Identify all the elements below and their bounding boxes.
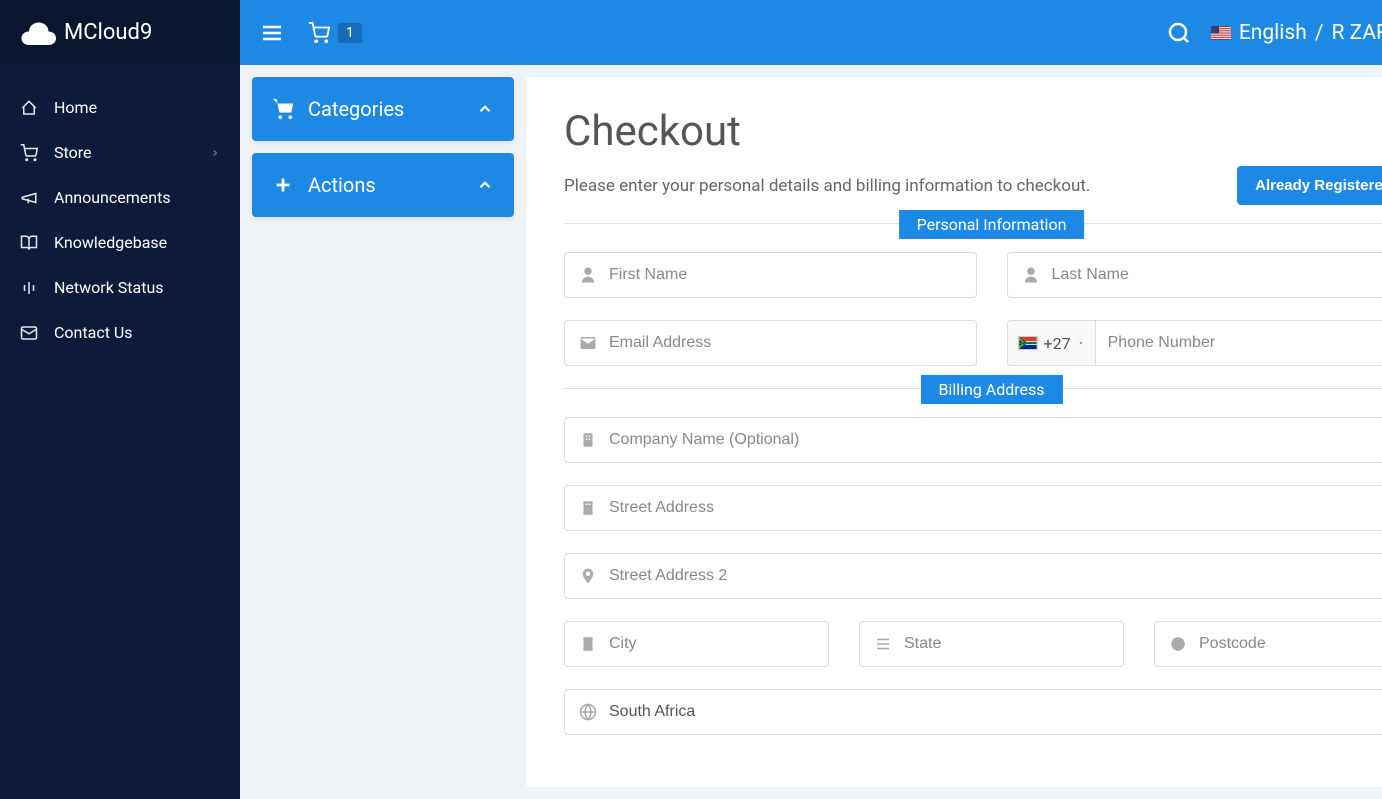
sidebar-item-announcements[interactable]: Announcements bbox=[0, 175, 240, 220]
sidebar-item-label: Network Status bbox=[54, 278, 164, 297]
cart-icon bbox=[308, 22, 330, 44]
user-icon bbox=[579, 266, 597, 284]
cloud-icon bbox=[20, 21, 56, 45]
chevron-up-icon bbox=[476, 100, 494, 118]
country-field[interactable] bbox=[564, 689, 1382, 735]
us-flag-icon bbox=[1211, 26, 1231, 40]
state-field[interactable] bbox=[859, 621, 1124, 667]
za-flag-icon bbox=[1018, 336, 1038, 350]
personal-section-label: Personal Information bbox=[899, 210, 1085, 239]
building-icon bbox=[579, 499, 597, 517]
cart-count: 1 bbox=[338, 23, 362, 43]
street2-field[interactable] bbox=[564, 553, 1382, 599]
page-description: Please enter your personal details and b… bbox=[564, 176, 1090, 196]
caret-down-icon bbox=[1077, 339, 1085, 347]
plus-icon bbox=[272, 174, 294, 196]
logo[interactable]: MCloud9 bbox=[0, 0, 240, 65]
pin-icon bbox=[579, 567, 597, 585]
sidebar-item-label: Store bbox=[54, 143, 91, 162]
network-icon bbox=[20, 279, 38, 297]
last-name-field[interactable] bbox=[1007, 252, 1382, 298]
search-icon[interactable] bbox=[1167, 21, 1191, 45]
sidebar-item-knowledgebase[interactable]: Knowledgebase bbox=[0, 220, 240, 265]
billing-section-label: Billing Address bbox=[920, 375, 1062, 404]
home-icon bbox=[20, 99, 38, 117]
email-field[interactable] bbox=[564, 320, 977, 366]
city-field[interactable] bbox=[564, 621, 829, 667]
sidebar: MCloud9 Home Store Announcements Knowled… bbox=[0, 0, 240, 799]
company-field[interactable] bbox=[564, 417, 1382, 463]
postcode-field[interactable] bbox=[1154, 621, 1382, 667]
badge-icon bbox=[1169, 635, 1187, 653]
language-label: English bbox=[1239, 21, 1307, 45]
sidebar-item-label: Home bbox=[54, 98, 97, 117]
building-icon bbox=[579, 431, 597, 449]
sidebar-item-contact[interactable]: Contact Us bbox=[0, 310, 240, 355]
book-icon bbox=[20, 234, 38, 252]
actions-label: Actions bbox=[308, 173, 376, 197]
mail-icon bbox=[579, 334, 597, 352]
sidebar-item-home[interactable]: Home bbox=[0, 85, 240, 130]
store-icon bbox=[20, 144, 38, 162]
building-icon bbox=[579, 635, 597, 653]
actions-panel[interactable]: Actions bbox=[252, 153, 514, 217]
sidebar-item-label: Knowledgebase bbox=[54, 233, 167, 252]
phone-field[interactable]: +27 bbox=[1007, 320, 1382, 366]
categories-label: Categories bbox=[308, 97, 404, 121]
chevron-up-icon bbox=[476, 176, 494, 194]
sidebar-item-label: Announcements bbox=[54, 188, 171, 207]
language-currency-selector[interactable]: English / R ZAR bbox=[1211, 21, 1382, 45]
phone-country-selector[interactable]: +27 bbox=[1008, 321, 1096, 365]
megaphone-icon bbox=[20, 189, 38, 207]
categories-panel[interactable]: Categories bbox=[252, 77, 514, 141]
first-name-field[interactable] bbox=[564, 252, 977, 298]
menu-icon[interactable] bbox=[260, 21, 284, 45]
mail-icon bbox=[20, 324, 38, 342]
topbar: 1 English / R ZAR bbox=[240, 0, 1382, 65]
sidebar-item-label: Contact Us bbox=[54, 323, 133, 342]
sidebar-item-store[interactable]: Store bbox=[0, 130, 240, 175]
globe-icon bbox=[579, 703, 597, 721]
map-icon bbox=[874, 635, 892, 653]
phone-prefix: +27 bbox=[1044, 334, 1071, 353]
cart-button[interactable]: 1 bbox=[308, 22, 362, 44]
brand-name: MCloud9 bbox=[64, 20, 152, 45]
currency-label: R ZAR bbox=[1331, 21, 1382, 45]
user-icon bbox=[1022, 266, 1040, 284]
already-registered-button[interactable]: Already Registered? bbox=[1237, 166, 1382, 205]
page-title: Checkout bbox=[564, 107, 1382, 156]
chevron-right-icon bbox=[210, 148, 220, 158]
sidebar-item-network-status[interactable]: Network Status bbox=[0, 265, 240, 310]
street1-field[interactable] bbox=[564, 485, 1382, 531]
cart-icon bbox=[272, 98, 294, 120]
